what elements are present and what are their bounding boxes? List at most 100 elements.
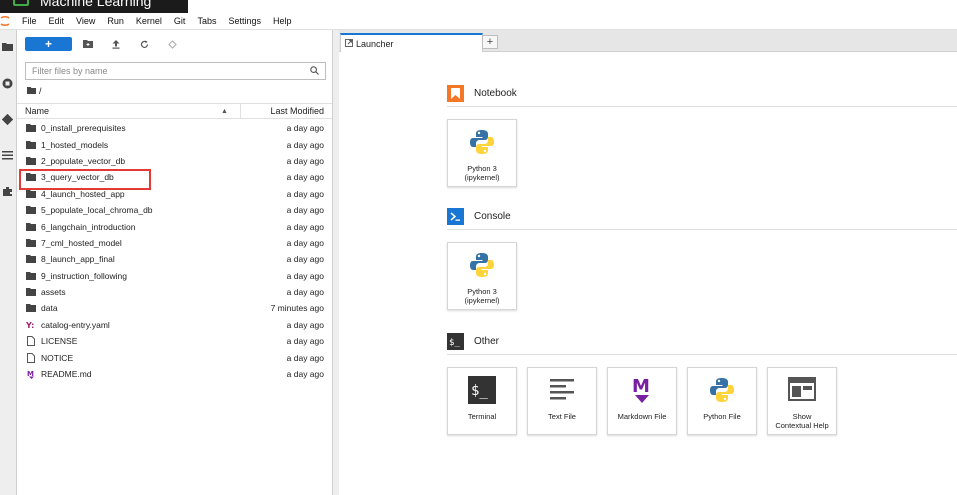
file-name: 6_langchain_introduction (41, 221, 136, 232)
file-row[interactable]: 9_instruction_following a day ago (17, 268, 332, 284)
card-sublabel: (ipykernel) (464, 173, 500, 182)
file-modified: a day ago (286, 221, 324, 232)
upload-icon[interactable] (108, 36, 124, 52)
python-icon (466, 126, 498, 158)
file-row[interactable]: 8_launch_app_final a day ago (17, 251, 332, 267)
file-name: data (41, 303, 58, 314)
section-divider (447, 354, 957, 355)
file-row[interactable]: 4_launch_hosted_app a day ago (17, 186, 332, 202)
breadcrumb-root[interactable]: / (39, 86, 42, 96)
launcher-section-other: $_ Other $_ Terminal Text File M Markdow… (447, 332, 957, 435)
text-file-card[interactable]: Text File (527, 367, 597, 435)
file-modified: a day ago (286, 352, 324, 363)
git-clone-icon[interactable] (164, 36, 180, 52)
file-name: 1_hosted_models (41, 139, 109, 150)
new-folder-icon[interactable] (80, 36, 96, 52)
menu-help[interactable]: Help (267, 13, 298, 30)
card-label: Terminal (467, 412, 497, 421)
menu-file[interactable]: File (16, 13, 43, 30)
file-row[interactable]: 5_populate_local_chroma_db a day ago (17, 202, 332, 218)
breadcrumb[interactable]: / (27, 86, 42, 96)
terminal-card[interactable]: $_ Terminal (447, 367, 517, 435)
file-row[interactable]: data 7 minutes ago (17, 300, 332, 316)
file-row[interactable]: Y: catalog-entry.yaml a day ago (17, 317, 332, 333)
section-title-other: Other (474, 335, 500, 347)
file-filter-input[interactable] (32, 66, 310, 76)
menu-tabs[interactable]: Tabs (191, 13, 222, 30)
file-modified: a day ago (286, 287, 324, 298)
file-filter-search[interactable] (25, 62, 326, 80)
add-tab-button[interactable]: + (482, 35, 498, 49)
file-browser-panel: + / Name (17, 30, 333, 495)
file-name: catalog-entry.yaml (41, 319, 110, 330)
file-modified: a day ago (286, 270, 324, 281)
new-launcher-button[interactable]: + (25, 37, 72, 51)
folder-icon (26, 238, 36, 248)
launcher-tab-icon (345, 38, 353, 49)
folder-icon[interactable] (0, 39, 14, 53)
menu-git[interactable]: Git (168, 13, 192, 30)
file-modified: a day ago (286, 369, 324, 380)
menu-edit[interactable]: Edit (43, 13, 71, 30)
sort-arrow-icon[interactable]: ▲ (221, 108, 228, 115)
tab-launcher[interactable]: Launcher (340, 33, 483, 52)
file-modified: a day ago (286, 336, 324, 347)
file-row[interactable]: 6_langchain_introduction a day ago (17, 218, 332, 234)
menu-run[interactable]: Run (101, 13, 130, 30)
file-name: NOTICE (41, 352, 74, 363)
menu-settings[interactable]: Settings (222, 13, 267, 30)
tab-bar: Launcher + (339, 30, 957, 52)
file-name: assets (41, 287, 66, 298)
contextual-help-card[interactable]: Show Contextual Help (767, 367, 837, 435)
file-name: 7_cml_hosted_model (41, 237, 122, 248)
section-divider (447, 229, 957, 230)
running-icon[interactable] (0, 76, 14, 90)
file-row[interactable]: 1_hosted_models a day ago (17, 136, 332, 152)
file-browser-toolbar: + (25, 36, 180, 52)
file-row[interactable]: 7_cml_hosted_model a day ago (17, 235, 332, 251)
window-title-bar: Machine Learning (0, 0, 188, 13)
git-icon[interactable] (0, 112, 14, 126)
extension-icon[interactable] (0, 184, 14, 198)
console-python3-card[interactable]: Python 3 (ipykernel) (447, 242, 517, 310)
folder-icon (26, 254, 36, 264)
file-name: 3_query_vector_db (41, 172, 114, 183)
file-row[interactable]: LICENSE a day ago (17, 333, 332, 349)
file-row[interactable]: NOTICE a day ago (17, 349, 332, 365)
file-name: 0_install_prerequisites (41, 123, 126, 134)
file-list: 0_install_prerequisites a day ago 1_hosted… (17, 120, 332, 382)
column-modified-header[interactable]: Last Modified (270, 106, 324, 116)
folder-icon (27, 86, 36, 96)
card-label: Python 3 (467, 164, 497, 173)
launcher-section-console: Console Python 3 (ipykernel) (447, 207, 957, 310)
folder-icon (26, 271, 36, 281)
file-row[interactable]: 0_install_prerequisites a day ago (17, 120, 332, 136)
column-divider[interactable] (240, 104, 241, 118)
python-file-card[interactable]: Python File (687, 367, 757, 435)
file-modified: a day ago (286, 188, 324, 199)
file-name: 4_launch_hosted_app (41, 188, 125, 199)
file-row[interactable]: 2_populate_vector_db a day ago (17, 153, 332, 169)
console-icon (447, 207, 464, 225)
column-name-header[interactable]: Name (25, 106, 49, 116)
notebook-python3-card[interactable]: Python 3 (ipykernel) (447, 119, 517, 187)
folder-icon (26, 222, 36, 232)
toc-icon[interactable] (0, 148, 14, 162)
markdown-file-card[interactable]: M Markdown File (607, 367, 677, 435)
file-row[interactable]: 3_query_vector_db a day ago (17, 169, 332, 191)
file-list-header: Name ▲ Last Modified (17, 103, 332, 119)
file-modified: a day ago (286, 123, 324, 134)
menu-view[interactable]: View (70, 13, 101, 30)
menu-kernel[interactable]: Kernel (130, 13, 168, 30)
contextual-help-icon (786, 374, 818, 406)
file-row[interactable]: M README.md a day ago (17, 366, 332, 382)
section-title-console: Console (474, 210, 511, 222)
section-divider (447, 106, 957, 107)
folder-icon (26, 123, 36, 133)
refresh-icon[interactable] (136, 36, 152, 52)
file-modified: a day ago (286, 139, 324, 150)
jupyterlab-window: Machine Learning File Edit View Run Kern… (0, 0, 957, 495)
svg-text:Y:: Y: (26, 321, 34, 329)
file-row[interactable]: assets a day ago (17, 284, 332, 300)
file-modified: 7 minutes ago (270, 303, 324, 314)
